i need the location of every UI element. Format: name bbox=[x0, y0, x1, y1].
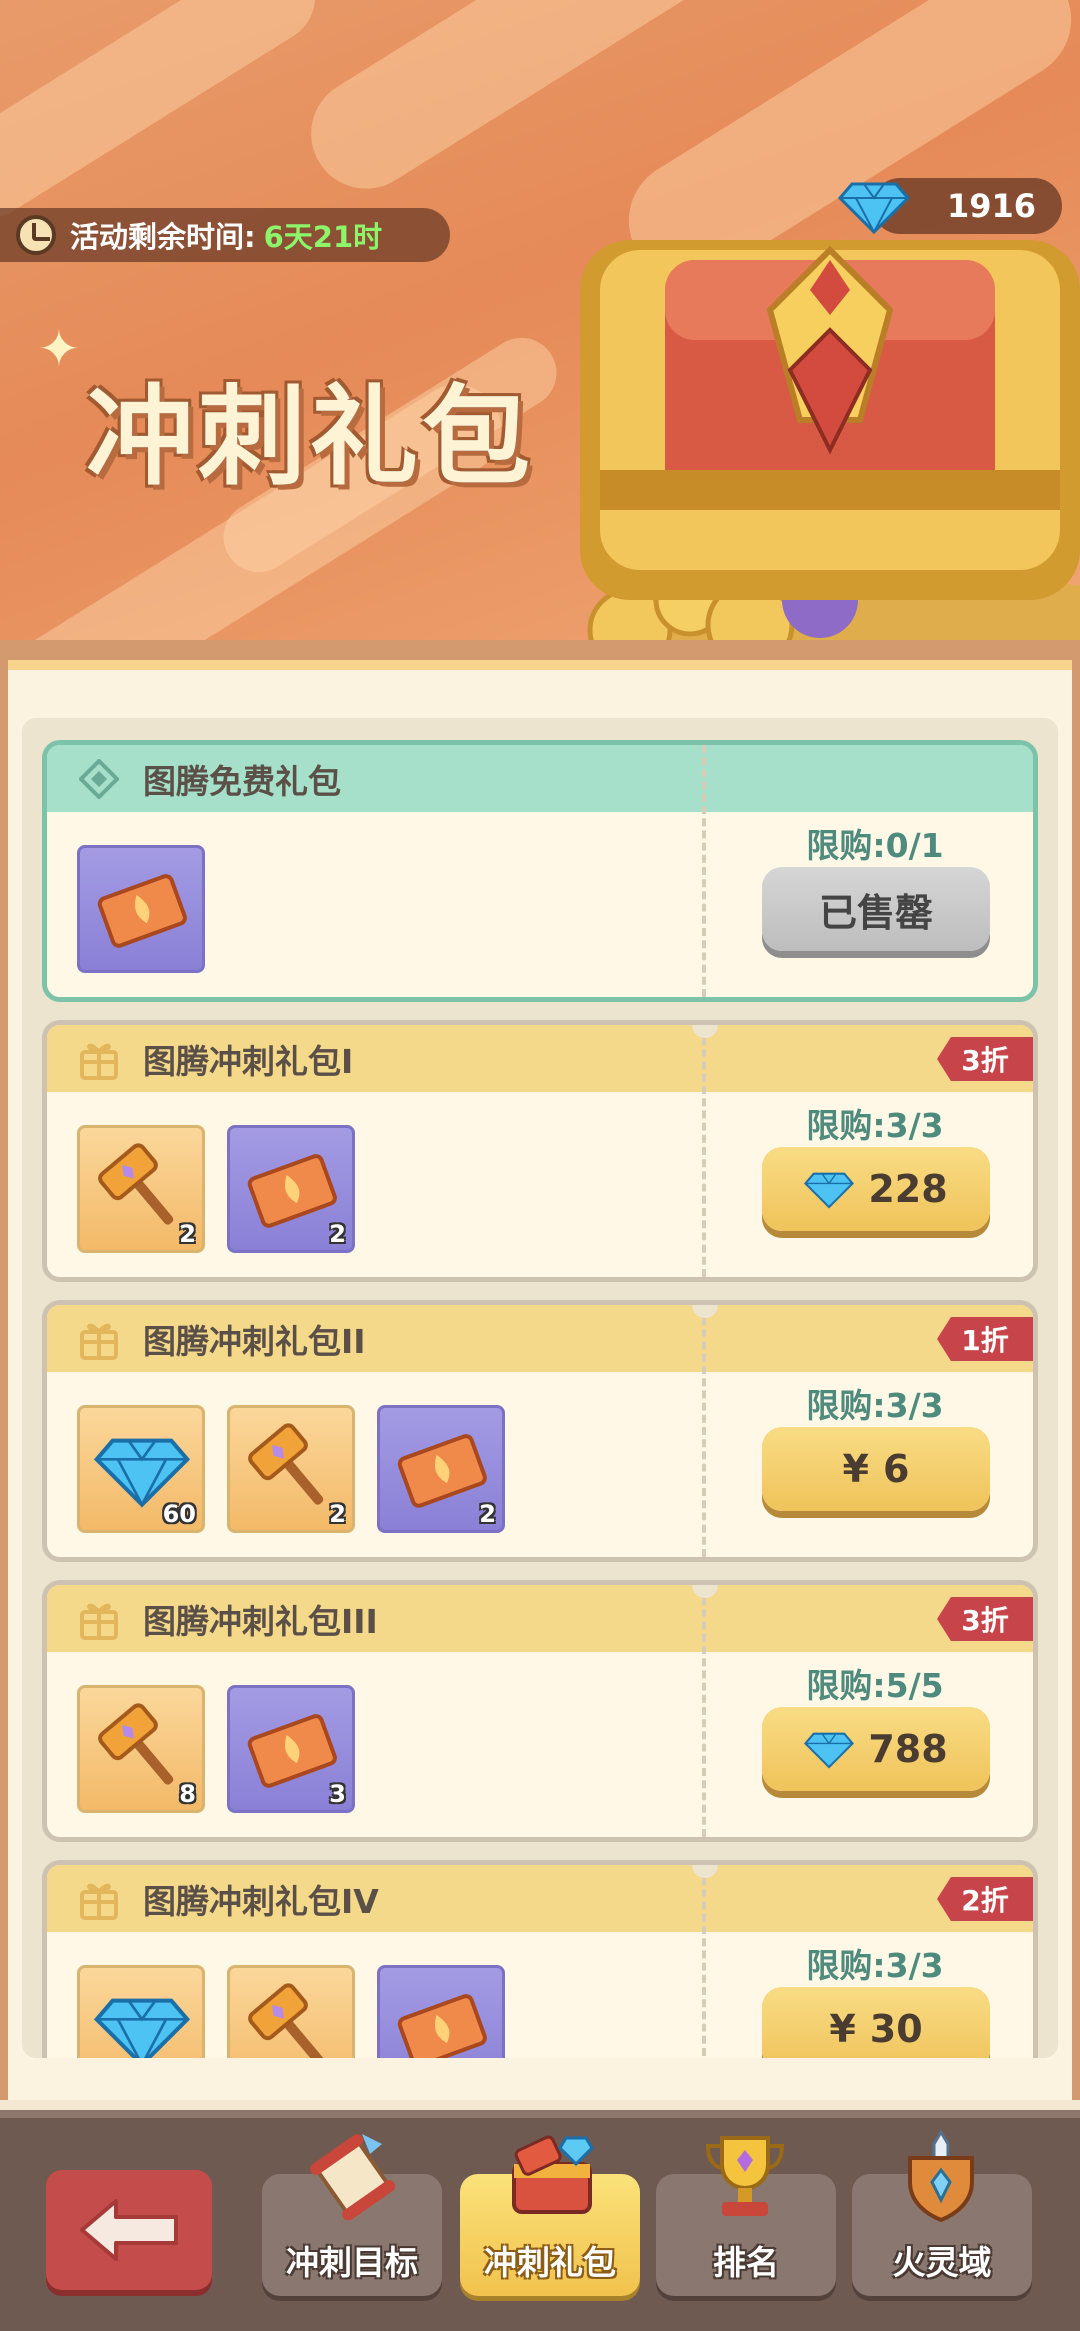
purchase-limit: 限购:3/3 bbox=[806, 1386, 944, 1425]
discount-badge: 2折 bbox=[937, 1877, 1033, 1921]
discount-badge: 3折 bbox=[937, 1597, 1033, 1641]
item-count: 2 bbox=[479, 1500, 496, 1528]
tab-sprint-pack[interactable]: 冲刺礼包 bbox=[460, 2135, 640, 2296]
pack-header: 图腾免费礼包 bbox=[47, 745, 1033, 812]
timer-label: 活动剩余时间: bbox=[70, 220, 256, 254]
gift-icon bbox=[77, 1317, 121, 1361]
price-label: 已售罄 bbox=[818, 890, 933, 935]
gem-icon bbox=[94, 1998, 190, 2058]
discount-badge: 3折 bbox=[937, 1037, 1033, 1081]
gem-icon bbox=[838, 182, 910, 234]
purchase-limit: 限购:3/3 bbox=[806, 1106, 944, 1145]
gift-icon bbox=[77, 1597, 121, 1641]
ticket-icon bbox=[247, 1154, 337, 1228]
item-slot[interactable]: 2 bbox=[227, 1125, 355, 1253]
price-label: 30 bbox=[869, 2007, 923, 2051]
pack-list[interactable]: 图腾免费礼包 限购:0/1 已售罄 图腾冲刺礼包I 3折 2 2 限购:3/3 … bbox=[22, 718, 1058, 2058]
pack-card-2: 图腾冲刺礼包II 1折 60 2 2 限购:3/3 ¥ 6 bbox=[42, 1300, 1038, 1562]
gift-icon bbox=[77, 1877, 121, 1921]
back-button[interactable] bbox=[46, 2170, 212, 2290]
item-slot[interactable] bbox=[77, 1965, 205, 2058]
scroll-icon bbox=[310, 2134, 396, 2220]
gem-balance-value: 1916 bbox=[946, 187, 1036, 225]
purchase-limit: 限购:3/3 bbox=[806, 1946, 944, 1985]
ticket-icon bbox=[397, 1434, 487, 1508]
currency-symbol: ¥ bbox=[829, 2007, 856, 2051]
currency-symbol: ¥ bbox=[842, 1447, 869, 1491]
pack-name: 图腾冲刺礼包II bbox=[143, 1321, 366, 1361]
pack-header: 图腾冲刺礼包III bbox=[47, 1585, 1033, 1652]
treasure-chest-icon bbox=[580, 240, 1080, 660]
tab-label: 排名 bbox=[713, 2243, 779, 2282]
buy-button[interactable]: 228 bbox=[762, 1147, 990, 1231]
purchase-limit: 限购:0/1 bbox=[806, 826, 944, 865]
pack-name: 图腾免费礼包 bbox=[143, 761, 341, 801]
pack-card-4: 图腾冲刺礼包IV 2折 限购:3/3 ¥ 30 bbox=[42, 1860, 1038, 2058]
price-label: 6 bbox=[883, 1447, 910, 1491]
pack-name: 图腾冲刺礼包I bbox=[143, 1041, 354, 1081]
trophy-icon bbox=[705, 2136, 785, 2216]
buy-button[interactable]: ¥ 6 bbox=[762, 1427, 990, 1511]
item-slot[interactable]: 60 bbox=[77, 1405, 205, 1533]
item-slot[interactable]: 3 bbox=[227, 1685, 355, 1813]
item-slot[interactable]: 2 bbox=[377, 1405, 505, 1533]
tab-label: 火灵域 bbox=[892, 2243, 992, 2282]
pack-header: 图腾冲刺礼包IV bbox=[47, 1865, 1033, 1932]
hammer-icon bbox=[248, 1983, 324, 2058]
item-slot[interactable] bbox=[227, 1965, 355, 2058]
item-count: 2 bbox=[329, 1500, 346, 1528]
item-count: 3 bbox=[329, 1780, 346, 1808]
item-slot[interactable]: 2 bbox=[77, 1125, 205, 1253]
bottom-nav: 冲刺目标 冲刺礼包 排名 火灵域 bbox=[0, 2110, 1080, 2331]
header-banner: ✦ ✦ 冲刺礼包 活动剩余时间: 6天21时 1916 bbox=[0, 0, 1080, 660]
price-label: 228 bbox=[868, 1167, 948, 1211]
item-slot[interactable]: 8 bbox=[77, 1685, 205, 1813]
gift-chest-icon bbox=[512, 2135, 594, 2214]
discount-badge: 1折 bbox=[937, 1317, 1033, 1361]
item-slot[interactable] bbox=[77, 845, 205, 973]
gem-icon bbox=[804, 1172, 855, 1209]
hammer-icon bbox=[248, 1423, 324, 1505]
buy-button[interactable]: ¥ 30 bbox=[762, 1987, 990, 2058]
hammer-icon bbox=[98, 1703, 174, 1785]
pack-header: 图腾冲刺礼包II bbox=[47, 1305, 1033, 1372]
event-timer: 活动剩余时间: 6天21时 bbox=[0, 208, 450, 262]
tab-fire-realm[interactable]: 火灵域 bbox=[852, 2130, 1032, 2296]
tab-sprint-goal[interactable]: 冲刺目标 bbox=[262, 2134, 442, 2296]
purchase-limit: 限购:5/5 bbox=[806, 1666, 944, 1705]
pack-card-1: 图腾冲刺礼包I 3折 2 2 限购:3/3 228 bbox=[42, 1020, 1038, 1282]
pack-name: 图腾冲刺礼包III bbox=[143, 1601, 378, 1641]
ticket-icon bbox=[397, 1994, 487, 2058]
buy-button[interactable]: 788 bbox=[762, 1707, 990, 1791]
timer-remaining: 6天21时 bbox=[263, 220, 383, 254]
item-count: 60 bbox=[162, 1500, 196, 1528]
sword-shield-icon bbox=[908, 2130, 974, 2222]
pack-header: 图腾冲刺礼包I bbox=[47, 1025, 1033, 1092]
pack-name: 图腾冲刺礼包IV bbox=[143, 1881, 379, 1921]
tab-ranking[interactable]: 排名 bbox=[656, 2136, 836, 2296]
sparkle-icon: ✦ bbox=[38, 320, 80, 378]
item-count: 8 bbox=[179, 1780, 196, 1808]
price-label: 788 bbox=[868, 1727, 948, 1771]
ticket-icon bbox=[247, 1714, 337, 1788]
arrow-left-icon bbox=[80, 2199, 178, 2261]
ticket-icon bbox=[97, 874, 187, 948]
hammer-icon bbox=[98, 1143, 174, 1225]
item-slot[interactable]: 2 bbox=[227, 1405, 355, 1533]
diamond-outline-icon bbox=[77, 757, 121, 801]
gem-icon bbox=[804, 1732, 855, 1769]
gift-icon bbox=[77, 1037, 121, 1081]
pack-card-free: 图腾免费礼包 限购:0/1 已售罄 bbox=[42, 740, 1038, 1002]
clock-icon bbox=[16, 215, 56, 255]
sold-out-button[interactable]: 已售罄 bbox=[762, 867, 990, 951]
tab-label: 冲刺礼包 bbox=[484, 2243, 616, 2282]
pack-card-3: 图腾冲刺礼包III 3折 8 3 限购:5/5 788 bbox=[42, 1580, 1038, 1842]
tab-label: 冲刺目标 bbox=[286, 2243, 418, 2282]
item-count: 2 bbox=[179, 1220, 196, 1248]
page-title: 冲刺礼包 bbox=[86, 375, 535, 500]
item-count: 2 bbox=[329, 1220, 346, 1248]
item-slot[interactable] bbox=[377, 1965, 505, 2058]
